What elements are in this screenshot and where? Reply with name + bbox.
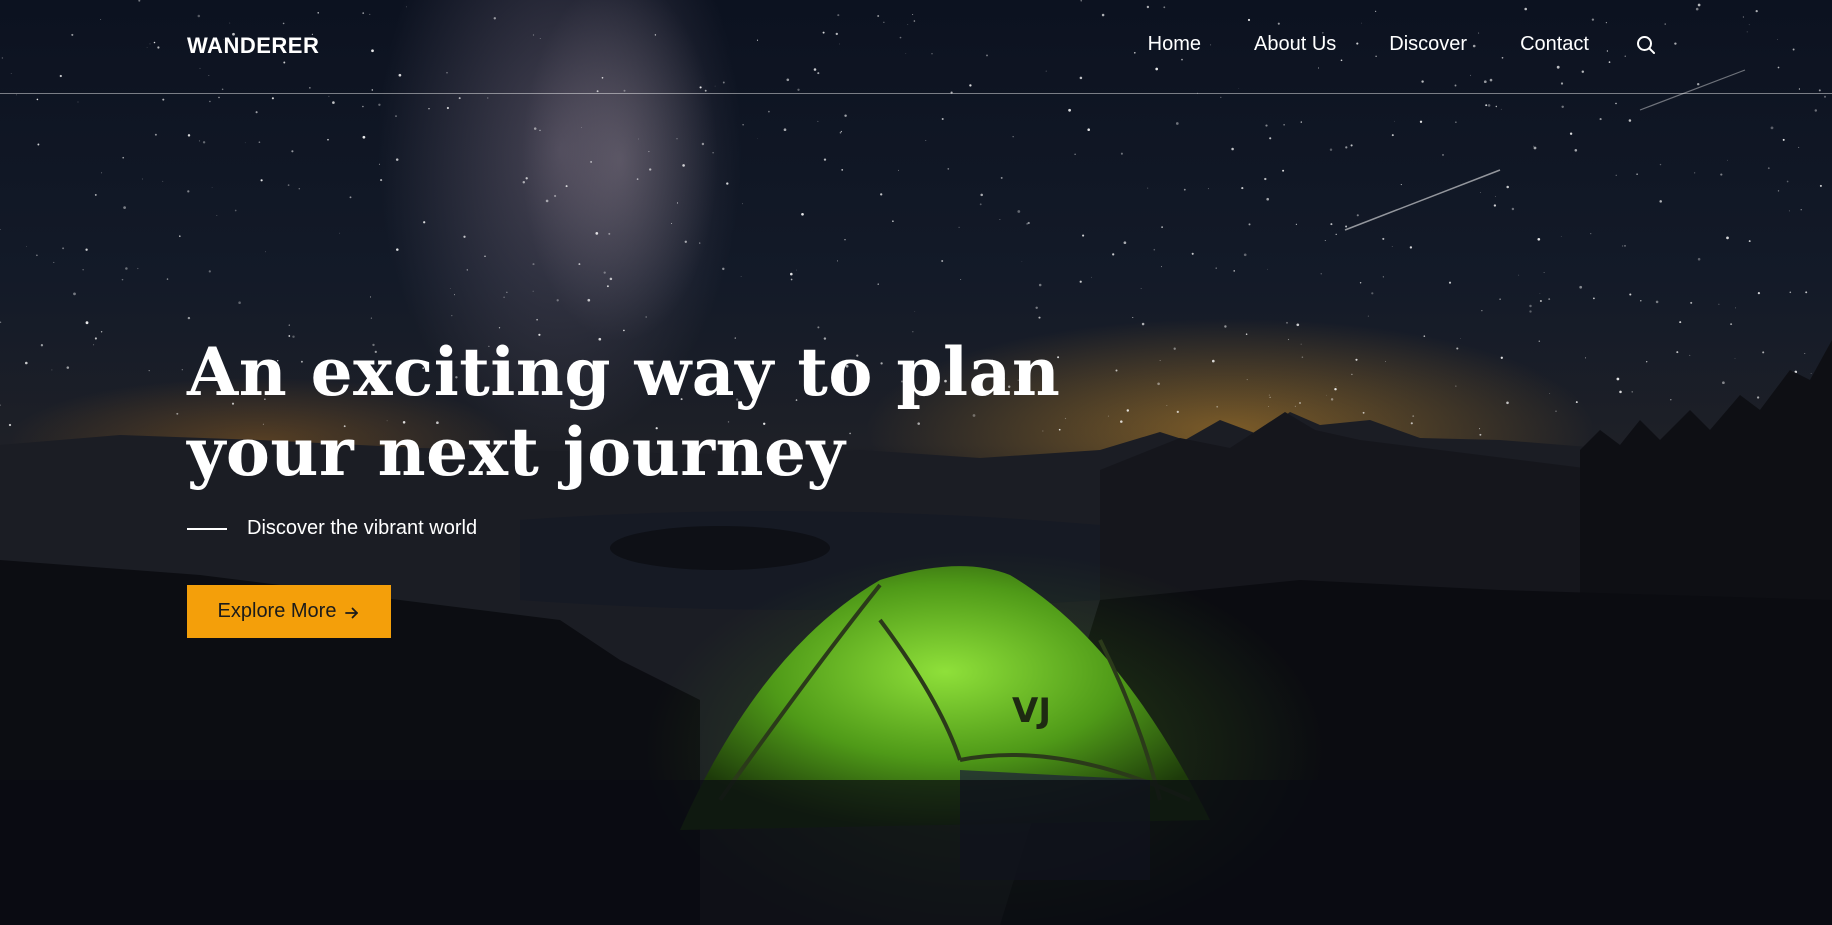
nav-home[interactable]: Home [1148, 33, 1201, 56]
arrow-right-icon [344, 604, 360, 620]
search-icon[interactable] [1635, 34, 1657, 56]
nav-contact[interactable]: Contact [1520, 33, 1589, 56]
nav-discover[interactable]: Discover [1389, 33, 1467, 56]
hero-subtitle-text: Discover the vibrant world [247, 517, 478, 539]
explore-more-button[interactable]: Explore More [187, 585, 391, 638]
hero-title-line-2: your next journey [187, 413, 846, 491]
hero-subtitle: Discover the vibrant world [187, 517, 477, 540]
site-logo[interactable]: WANDERER [187, 33, 319, 59]
site-header: WANDERER Home About Us Discover Contact [0, 0, 1832, 94]
subtitle-divider [187, 527, 227, 530]
hero-title: An exciting way to plan your next journe… [187, 332, 1087, 492]
nav-about-us[interactable]: About Us [1254, 33, 1336, 56]
svg-text:VJ: VJ [1012, 691, 1051, 731]
hero-title-line-1: An exciting way to plan [187, 333, 1061, 411]
hero-section: VJ WANDERER Home About Us Discover Conta… [0, 0, 1832, 925]
explore-more-label: Explore More [217, 600, 337, 622]
main-nav: Home About Us Discover Contact [1095, 33, 1657, 56]
